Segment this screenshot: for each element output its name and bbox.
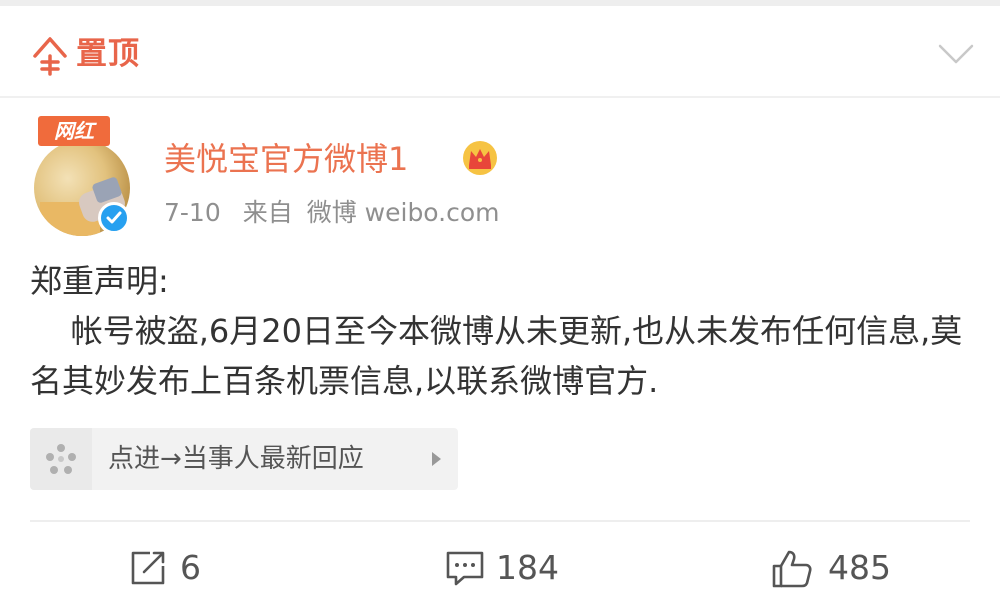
source-prefix: 来自 <box>242 198 293 227</box>
chevron-right-icon <box>432 452 441 466</box>
post-meta: 7-10 来自 微博 weibo.com <box>164 196 514 230</box>
verified-check-icon <box>98 202 130 234</box>
divider <box>0 96 1000 98</box>
event-dots-icon <box>46 444 76 474</box>
event-link-card[interactable]: 点进→当事人最新回应 <box>30 428 458 490</box>
event-icon-box <box>30 428 92 490</box>
event-link-label[interactable]: 点进→当事人最新回应 <box>108 441 364 477</box>
author-avatar-block[interactable]: 网红 <box>32 116 134 236</box>
divider <box>30 520 970 522</box>
repost-button[interactable]: 6 <box>128 544 238 592</box>
comment-count: 184 <box>496 548 559 587</box>
crown-icon[interactable] <box>460 138 500 178</box>
repost-count: 6 <box>180 548 201 587</box>
pin-top-icon <box>33 37 67 76</box>
author-name[interactable]: 美悦宝官方微博1 <box>164 138 408 180</box>
chevron-down-icon[interactable] <box>936 42 976 66</box>
post-text: 郑重声明: 帐号被盗,6月20日至今本微博从未更新,也从未发布任何信息,莫名其妙… <box>30 262 963 400</box>
pinned-bar: 置顶 <box>0 6 1000 96</box>
comment-icon <box>446 551 484 586</box>
post-date: 7-10 <box>164 198 221 227</box>
thumbs-up-icon <box>772 550 812 588</box>
like-button[interactable]: 485 <box>770 544 920 592</box>
repost-icon <box>131 551 165 585</box>
pinned-label: 置顶 <box>76 36 140 72</box>
source-name[interactable]: 微博 weibo.com <box>307 198 500 227</box>
comment-button[interactable]: 184 <box>444 544 584 592</box>
like-count: 485 <box>828 548 891 587</box>
avatar-tag: 网红 <box>38 116 110 146</box>
